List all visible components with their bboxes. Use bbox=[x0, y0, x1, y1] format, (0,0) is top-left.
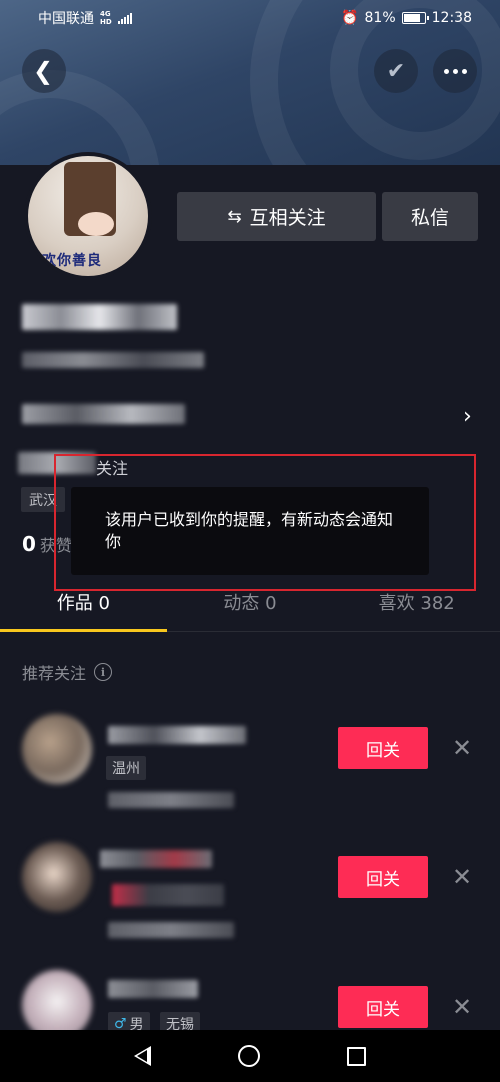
tab-works[interactable]: 作品 0 bbox=[0, 588, 167, 631]
user-id-blurred bbox=[22, 352, 204, 368]
nickname-blurred bbox=[22, 304, 177, 330]
info-icon[interactable]: i bbox=[94, 663, 113, 681]
profile-tabs: 作品 0 动态 0 喜欢 382 bbox=[0, 588, 500, 632]
list-item: 回关 ✕ bbox=[0, 830, 500, 950]
system-nav-bar bbox=[0, 1030, 500, 1082]
avatar[interactable] bbox=[22, 714, 92, 784]
nav-recent-apps-icon[interactable] bbox=[347, 1046, 367, 1066]
carrier-name: 中国联通 bbox=[38, 11, 94, 27]
follow-back-button[interactable]: 回关 bbox=[338, 856, 428, 898]
check-button[interactable]: ✔ bbox=[374, 49, 418, 93]
tag-blurred bbox=[112, 884, 224, 906]
more-icon bbox=[443, 68, 467, 74]
avatar[interactable]: 欢你善良 bbox=[24, 152, 152, 280]
more-button[interactable] bbox=[433, 49, 477, 93]
avatar-image: 欢你善良 bbox=[28, 156, 148, 276]
battery-percent: 81% bbox=[364, 10, 396, 26]
message-label: 私信 bbox=[410, 207, 449, 229]
nav-home-icon[interactable] bbox=[237, 1045, 260, 1067]
swap-arrows-icon: ⇆ bbox=[227, 206, 242, 227]
close-icon[interactable]: ✕ bbox=[452, 993, 472, 1021]
bio-blurred bbox=[22, 404, 185, 424]
username-blurred bbox=[108, 980, 198, 998]
tab-indicator bbox=[0, 629, 167, 632]
location-tag: 温州 bbox=[106, 756, 146, 780]
username-blurred bbox=[100, 850, 212, 868]
avatar[interactable] bbox=[22, 842, 92, 912]
clock: 12:38 bbox=[431, 10, 472, 26]
username-blurred bbox=[108, 726, 246, 744]
tab-likes[interactable]: 喜欢 382 bbox=[333, 588, 500, 631]
follow-back-button[interactable]: 回关 bbox=[338, 727, 428, 769]
subtitle-blurred bbox=[108, 922, 234, 938]
subtitle-blurred bbox=[108, 792, 234, 808]
status-bar: 中国联通 4G HD ⏰ 81% 12:38 bbox=[0, 0, 500, 36]
signal-icon bbox=[117, 12, 132, 24]
nav-back-icon[interactable] bbox=[133, 1046, 151, 1066]
list-item: 温州 回关 ✕ bbox=[0, 700, 500, 820]
network-type: 4G HD bbox=[100, 10, 112, 26]
mutual-follow-label: 互相关注 bbox=[249, 207, 326, 229]
close-icon[interactable]: ✕ bbox=[452, 863, 472, 891]
recommend-header: 推荐关注 i bbox=[22, 660, 113, 684]
close-icon[interactable]: ✕ bbox=[452, 734, 472, 762]
toast-message: 该用户已收到你的提醒，有新动态会通知你 bbox=[105, 510, 394, 551]
check-icon: ✔ bbox=[386, 58, 406, 84]
tab-dynamics[interactable]: 动态 0 bbox=[167, 588, 334, 631]
back-button[interactable]: ❮ bbox=[22, 49, 66, 93]
chevron-left-icon: ❮ bbox=[32, 57, 54, 85]
recommend-title: 推荐关注 bbox=[22, 664, 87, 683]
alarm-icon: ⏰ bbox=[341, 10, 359, 26]
message-button[interactable]: 私信 bbox=[382, 192, 478, 241]
mutual-follow-button[interactable]: ⇆ 互相关注 bbox=[177, 192, 376, 241]
follow-back-button[interactable]: 回关 bbox=[338, 986, 428, 1028]
toast-notification: 该用户已收到你的提醒，有新动态会通知你 bbox=[71, 487, 429, 575]
chevron-right-icon[interactable]: › bbox=[463, 404, 472, 429]
avatar-caption: 欢你善良 bbox=[42, 253, 102, 269]
battery-icon bbox=[401, 12, 429, 24]
